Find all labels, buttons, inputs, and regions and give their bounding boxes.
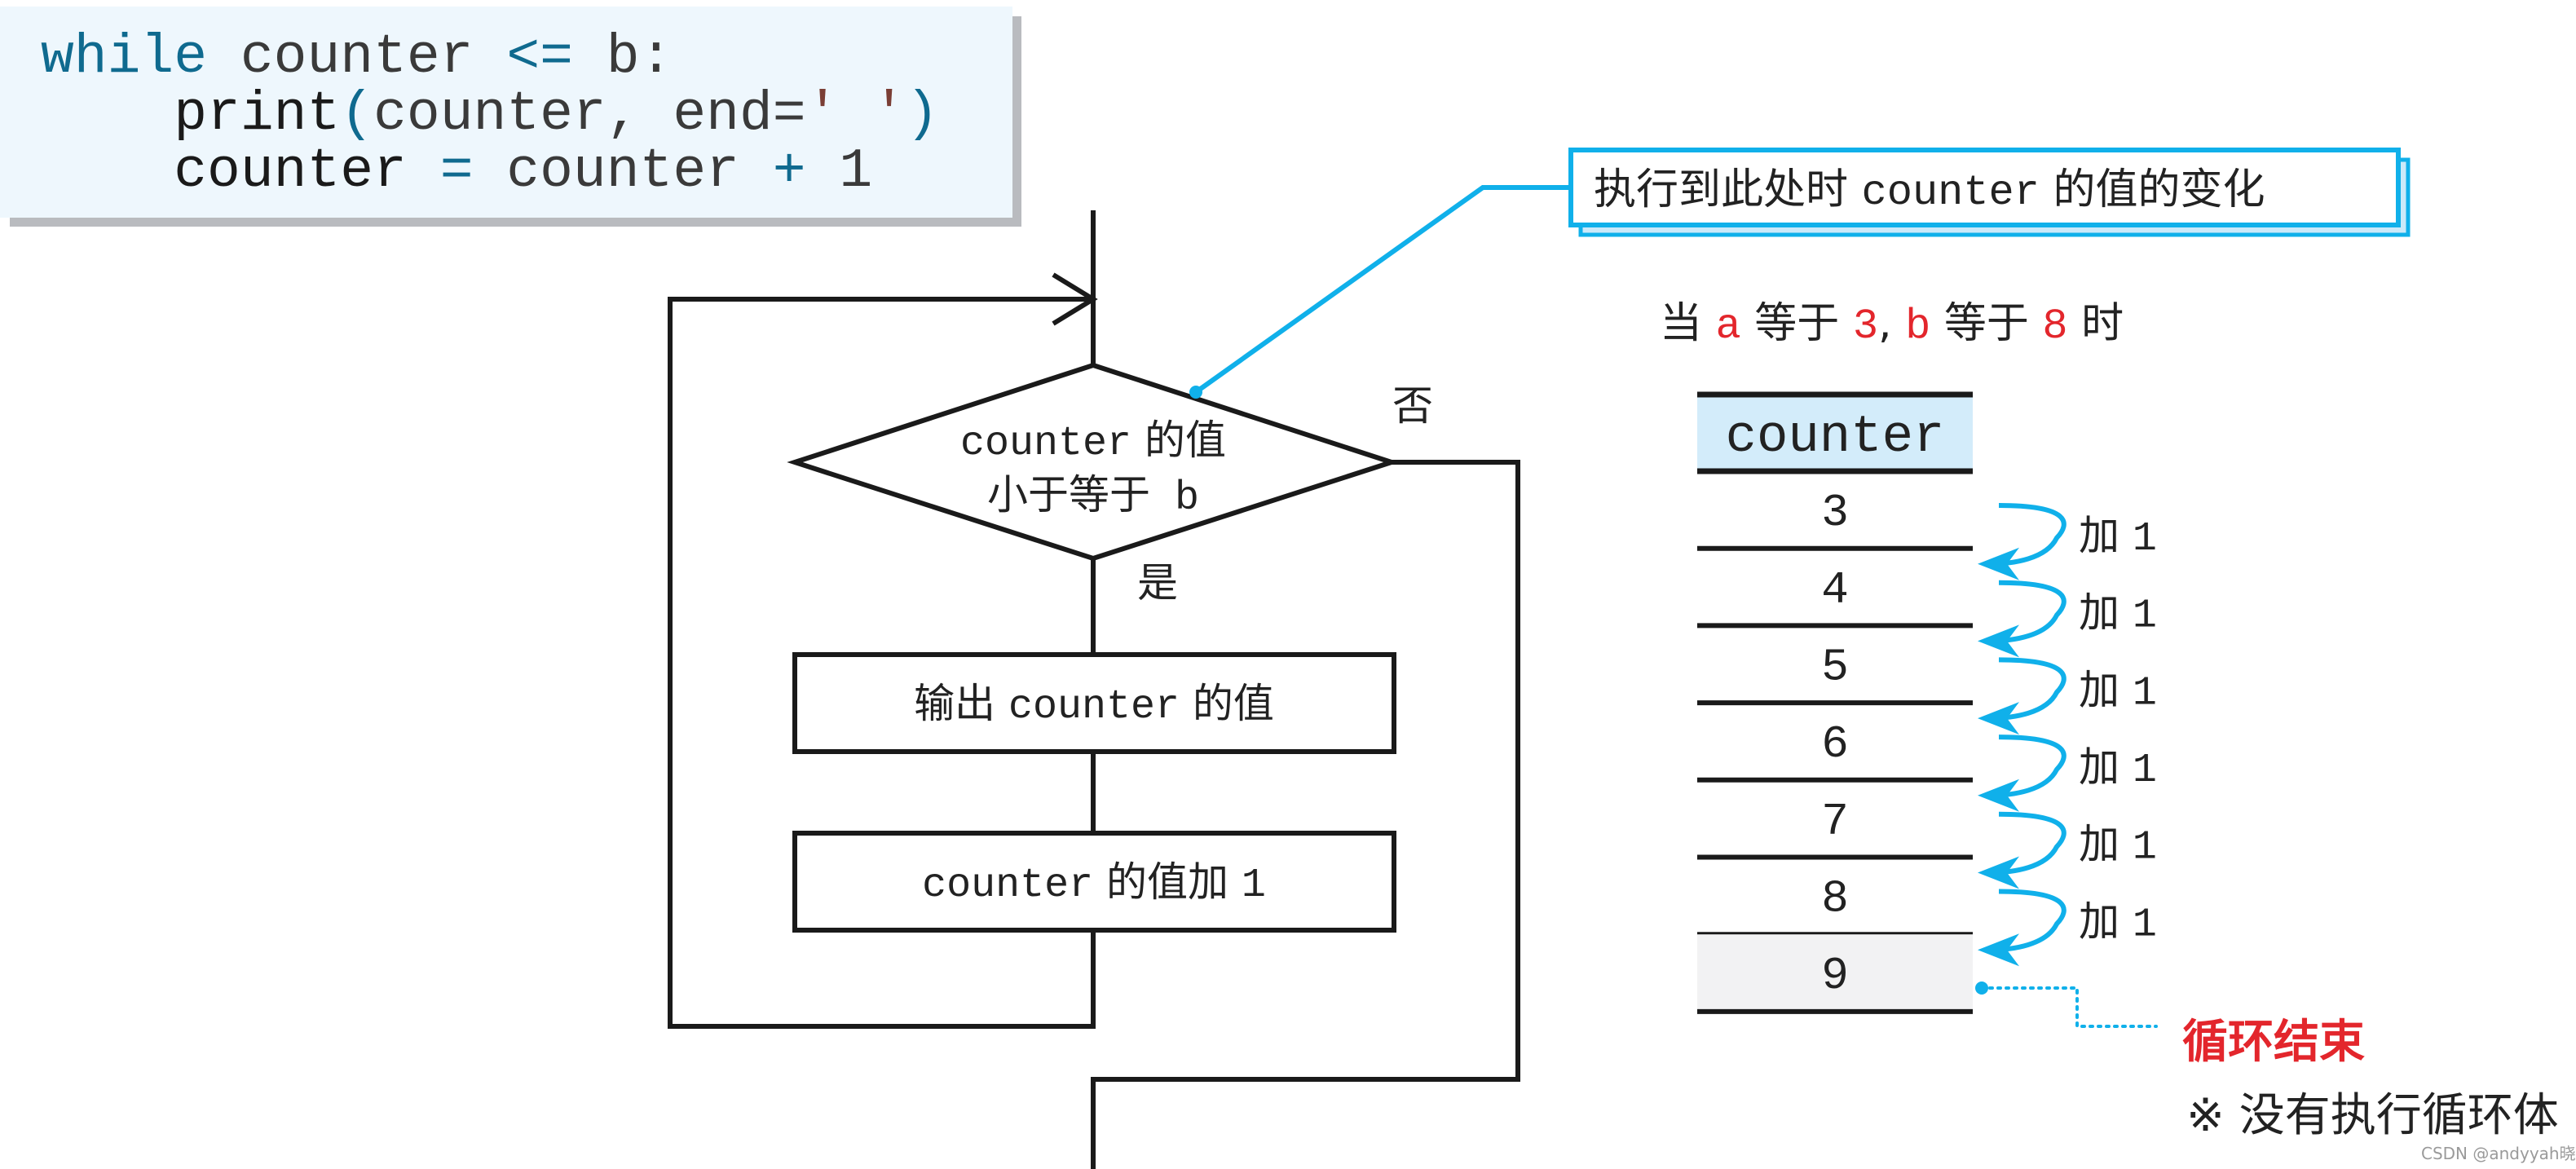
code-token: ) — [906, 83, 939, 146]
callout-leader-line — [1194, 185, 1571, 395]
loop-end-note: ※ 没有执行循环体 — [2186, 1089, 2559, 1142]
code-token: <= — [506, 26, 573, 89]
table-cell-value: 3 — [1821, 487, 1849, 539]
code-token: counter — [41, 140, 440, 203]
increment-label: 加 1 — [2079, 666, 2157, 717]
condition-label: 等于 — [1741, 299, 1853, 348]
increment-label-number: 1 — [2133, 516, 2157, 562]
increment-label-text: 加 — [2079, 666, 2133, 713]
code-token: print — [41, 83, 340, 146]
table-cell-value: 9 — [1821, 950, 1849, 1002]
code-token: b: — [573, 26, 673, 89]
code-token: ' — [806, 83, 840, 146]
loop-end-dotted-leader — [1980, 986, 2158, 1028]
callout-text: 执行到此处时 counter 的值的变化 — [1594, 165, 2265, 217]
increment-label-text: 加 — [2079, 821, 2133, 868]
increment-label-number: 1 — [2133, 748, 2157, 794]
code-line-2: print(counter, end=' ') — [41, 83, 939, 146]
callout-anchor-dot-icon — [1189, 386, 1202, 399]
yes-label: 是 — [1137, 559, 1178, 607]
table-cell-value: 4 — [1821, 564, 1849, 616]
code-token — [839, 83, 872, 146]
increment-label: 加 1 — [2079, 589, 2157, 640]
loop-back-line — [668, 297, 1096, 1029]
decision-text-line-2: 小于等于 b — [987, 471, 1199, 522]
increment-label-number: 1 — [2133, 670, 2157, 717]
increment-label: 加 1 — [2079, 743, 2157, 794]
table-cell-value: 8 — [1821, 873, 1849, 925]
process-output-text: 输出 counter 的值 — [914, 680, 1274, 730]
condition-value: 8 — [2042, 302, 2067, 351]
condition-label: 等于 — [1930, 299, 2042, 348]
loop-end-annotation: 循环结束 ※ 没有执行循环体 — [1975, 982, 2559, 1142]
diagram-canvas: while counter <= b: print(counter, end='… — [0, 7, 2576, 1169]
code-token: + — [773, 140, 806, 203]
code-token: counter — [474, 140, 773, 203]
condition-text: 当 a 等于 3, b 等于 8 时 — [1660, 299, 2124, 351]
code-token: counter — [207, 26, 506, 89]
condition-label: 时 — [2068, 299, 2124, 348]
code-token: ' — [872, 83, 906, 146]
increment-label-text: 加 — [2079, 589, 2133, 637]
table-cell-value: 6 — [1821, 718, 1849, 770]
increment-label: 加 1 — [2079, 898, 2157, 948]
code-line-3: counter = counter + 1 — [41, 140, 872, 203]
table-cell-value: 7 — [1821, 796, 1849, 848]
increment-label-number: 1 — [2133, 825, 2157, 871]
code-token: ( — [340, 83, 373, 146]
table-cell-value: 5 — [1821, 641, 1849, 693]
process-increment-text: counter 的值加 1 — [922, 858, 1266, 909]
loop-end-title: 循环结束 — [2182, 1016, 2365, 1069]
code-token: = — [440, 140, 474, 203]
callout: 执行到此处时 counter 的值的变化 — [1189, 148, 2411, 399]
decision-text-line-1: counter 的值 — [960, 417, 1226, 467]
condition-label: 当 — [1660, 299, 1716, 348]
table-header-label: counter — [1726, 408, 1945, 467]
code-token: counter, end= — [373, 83, 806, 146]
condition-label: , — [1878, 299, 1905, 348]
flowchart: counter 的值 小于等于 b 是 否 输出 counter 的值 coun… — [668, 210, 1520, 1169]
increment-label-number: 1 — [2133, 593, 2157, 640]
condition-value: b — [1905, 302, 1930, 351]
code-block: while counter <= b: print(counter, end='… — [0, 7, 1021, 227]
code-line-1: while counter <= b: — [41, 26, 673, 89]
increment-label: 加 1 — [2079, 512, 2157, 562]
code-token: while — [41, 26, 207, 89]
increment-label-number: 1 — [2133, 902, 2157, 948]
watermark: CSDN @andyyah晓波 — [2421, 1144, 2576, 1163]
no-label: 否 — [1392, 382, 1433, 430]
increment-label: 加 1 — [2079, 821, 2157, 871]
loop-end-anchor-dot-icon — [1975, 982, 1988, 995]
condition-value: a — [1716, 302, 1741, 351]
increment-label-text: 加 — [2079, 743, 2133, 791]
increment-label-text: 加 — [2079, 898, 2133, 945]
increment-label-text: 加 — [2079, 512, 2133, 559]
code-token: 1 — [806, 140, 873, 203]
counter-value-table: counter 3 加 1 4 加 1 5 加 1 6 加 1 7 加 1 8 加 1 9 — [1697, 391, 2157, 1014]
condition-value: 3 — [1853, 302, 1878, 351]
